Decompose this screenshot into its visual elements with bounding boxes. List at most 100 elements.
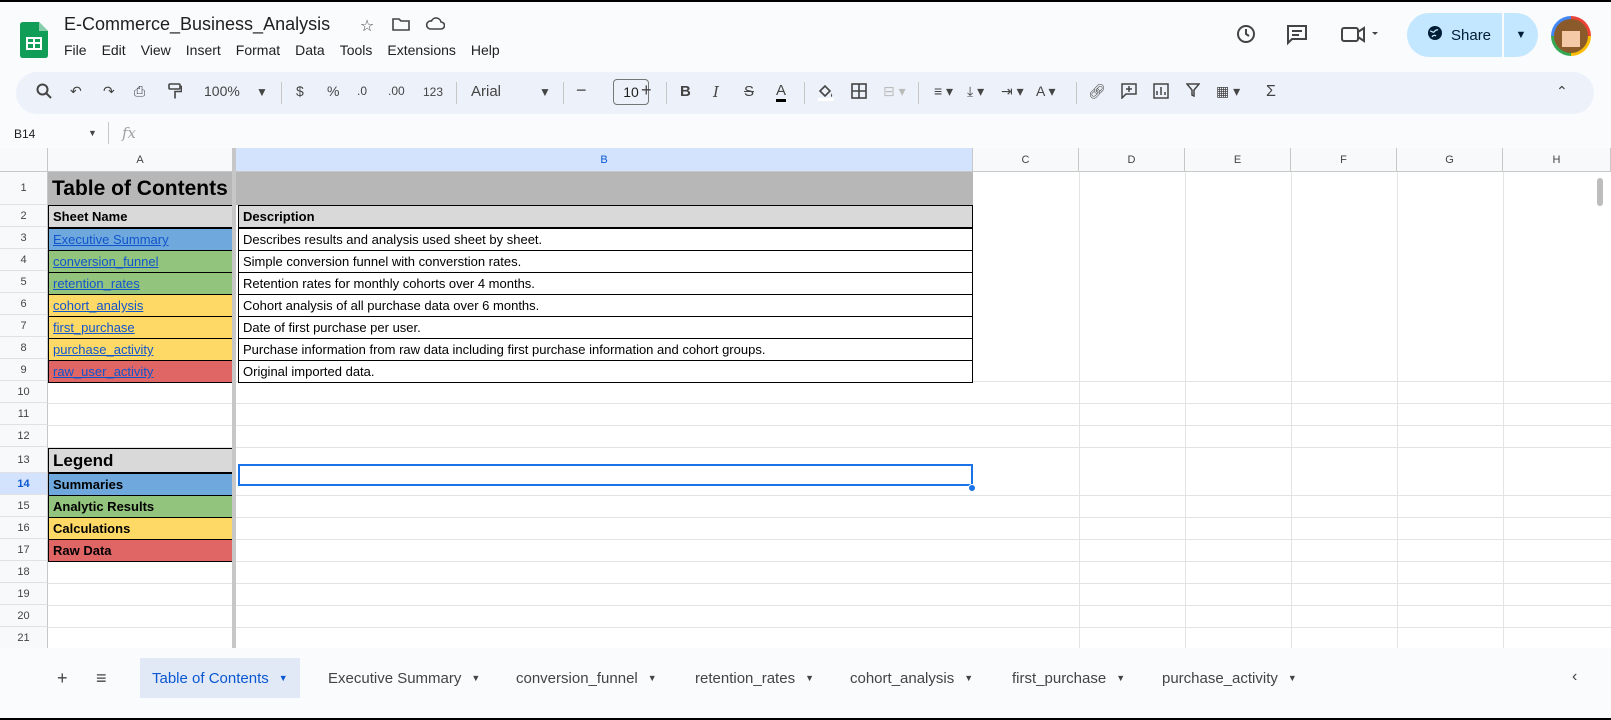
column-header-f[interactable]: F bbox=[1291, 148, 1397, 172]
sheet-link-cell[interactable]: cohort_analysis bbox=[48, 294, 234, 317]
menu-tools[interactable]: Tools bbox=[340, 42, 380, 58]
menu-view[interactable]: View bbox=[141, 42, 178, 58]
filter-views-icon[interactable]: ▦ ▾ bbox=[1216, 83, 1240, 100]
row-header[interactable]: 2 bbox=[0, 205, 48, 227]
row-header[interactable]: 1 bbox=[0, 172, 48, 205]
menu-format[interactable]: Format bbox=[236, 42, 287, 58]
column-freeze-divider[interactable] bbox=[232, 148, 236, 648]
row-header[interactable]: 16 bbox=[0, 517, 48, 539]
decrease-decimal-button[interactable]: .0 bbox=[357, 84, 367, 98]
tab-chevron-down-icon[interactable]: ▼ bbox=[279, 673, 288, 683]
collapse-toolbar-chevron-up-icon[interactable]: ⌃ bbox=[1556, 83, 1568, 100]
currency-format-button[interactable]: $ bbox=[296, 83, 304, 99]
fill-handle[interactable] bbox=[968, 484, 976, 492]
menu-insert[interactable]: Insert bbox=[186, 42, 228, 58]
tab-chevron-down-icon[interactable]: ▼ bbox=[1288, 673, 1297, 683]
legend-item[interactable]: Analytic Results bbox=[48, 495, 234, 518]
increase-font-size-icon[interactable]: + bbox=[641, 80, 652, 101]
legend-item[interactable]: Calculations bbox=[48, 517, 234, 540]
menu-extensions[interactable]: Extensions bbox=[387, 42, 462, 58]
sheet-tab[interactable]: Table of Contents ▼ bbox=[140, 658, 300, 698]
sheet-link[interactable]: purchase_activity bbox=[53, 342, 153, 357]
all-sheets-menu-icon[interactable]: ≡ bbox=[96, 668, 107, 689]
tab-chevron-down-icon[interactable]: ▼ bbox=[648, 673, 657, 683]
column-header-d[interactable]: D bbox=[1079, 148, 1185, 172]
tab-chevron-down-icon[interactable]: ▼ bbox=[1116, 673, 1125, 683]
text-rotation-icon[interactable]: A ▾ bbox=[1036, 83, 1055, 100]
sheet-link-cell[interactable]: raw_user_activity bbox=[48, 360, 234, 383]
cloud-status-icon[interactable] bbox=[424, 16, 446, 37]
text-color-icon[interactable]: A bbox=[776, 83, 787, 102]
italic-icon[interactable]: I bbox=[713, 83, 719, 101]
sheet-tab[interactable]: cohort_analysis ▼ bbox=[838, 658, 985, 698]
sheet-link[interactable]: retention_rates bbox=[53, 276, 140, 291]
sheet-link[interactable]: cohort_analysis bbox=[53, 298, 143, 313]
column-header-b[interactable]: B bbox=[236, 148, 973, 172]
menu-file[interactable]: File bbox=[64, 42, 94, 58]
strikethrough-icon[interactable]: S bbox=[744, 83, 754, 100]
row-header[interactable]: 5 bbox=[0, 271, 48, 293]
description-cell[interactable]: Purchase information from raw data inclu… bbox=[238, 338, 973, 361]
tab-chevron-down-icon[interactable]: ▼ bbox=[805, 673, 814, 683]
legend-item[interactable]: Raw Data bbox=[48, 539, 234, 562]
row-header[interactable]: 20 bbox=[0, 605, 48, 627]
document-title[interactable]: E-Commerce_Business_Analysis bbox=[64, 14, 330, 35]
share-button[interactable]: Share bbox=[1407, 13, 1502, 57]
column-header-c[interactable]: C bbox=[973, 148, 1079, 172]
row-header[interactable]: 18 bbox=[0, 561, 48, 583]
borders-icon[interactable] bbox=[851, 83, 867, 102]
column-header-g[interactable]: G bbox=[1397, 148, 1503, 172]
tab-chevron-down-icon[interactable]: ▼ bbox=[471, 673, 480, 683]
avatar[interactable] bbox=[1551, 16, 1591, 56]
filter-icon[interactable] bbox=[1185, 83, 1201, 100]
sheet-tab[interactable]: first_purchase ▼ bbox=[1000, 658, 1137, 698]
sheet-tab[interactable]: purchase_activity ▼ bbox=[1150, 658, 1309, 698]
row-header-selected[interactable]: 14 bbox=[0, 473, 48, 495]
row-header[interactable]: 6 bbox=[0, 293, 48, 315]
sheet-link-cell[interactable]: first_purchase bbox=[48, 316, 234, 339]
vertical-align-icon[interactable]: ⤓ ▾ bbox=[967, 83, 984, 100]
row-header[interactable]: 12 bbox=[0, 425, 48, 447]
row-header[interactable]: 10 bbox=[0, 381, 48, 403]
sheet-name-header[interactable]: Sheet Name bbox=[48, 205, 234, 228]
share-options-chevron-icon[interactable]: ▼ bbox=[1504, 13, 1538, 57]
font-select[interactable]: Arial bbox=[471, 83, 501, 100]
row-header[interactable]: 8 bbox=[0, 337, 48, 359]
merge-cells-icon[interactable]: ⊟ ▾ bbox=[883, 83, 906, 100]
sheet-tab[interactable]: Executive Summary ▼ bbox=[316, 658, 492, 698]
legend-title[interactable]: Legend bbox=[48, 448, 234, 473]
vertical-scrollbar[interactable] bbox=[1597, 178, 1603, 206]
sheet-link-cell[interactable]: retention_rates bbox=[48, 272, 234, 295]
sheets-logo-icon[interactable] bbox=[20, 22, 48, 58]
column-header-a[interactable]: A bbox=[48, 148, 233, 172]
selected-cell-b14[interactable] bbox=[238, 464, 973, 486]
spreadsheet-grid[interactable]: A B C D E F G H 1 2 3 4 5 6 7 8 9 10 11 … bbox=[0, 148, 1611, 648]
bold-icon[interactable]: B bbox=[680, 83, 691, 100]
paint-format-icon[interactable] bbox=[168, 83, 183, 103]
legend-item[interactable]: Summaries bbox=[48, 473, 234, 496]
star-icon[interactable]: ☆ bbox=[356, 16, 378, 37]
text-wrapping-icon[interactable]: ⇥ ▾ bbox=[1001, 83, 1024, 100]
row-header[interactable]: 15 bbox=[0, 495, 48, 517]
description-cell[interactable]: Original imported data. bbox=[238, 360, 973, 383]
description-cell[interactable]: Cohort analysis of all purchase data ove… bbox=[238, 294, 973, 317]
tab-chevron-down-icon[interactable]: ▼ bbox=[964, 673, 973, 683]
sheet-link[interactable]: Executive Summary bbox=[53, 232, 169, 247]
comments-icon[interactable] bbox=[1285, 22, 1309, 52]
row-header[interactable]: 19 bbox=[0, 583, 48, 605]
undo-icon[interactable]: ↶ bbox=[70, 83, 82, 100]
menu-help[interactable]: Help bbox=[471, 42, 507, 58]
description-header[interactable]: Description bbox=[238, 205, 973, 228]
redo-icon[interactable]: ↷ bbox=[103, 83, 115, 100]
zoom-select[interactable]: 100% bbox=[204, 83, 240, 99]
percent-format-button[interactable]: % bbox=[327, 83, 339, 99]
sheet-link[interactable]: conversion_funnel bbox=[53, 254, 159, 269]
row-header[interactable]: 21 bbox=[0, 627, 48, 648]
sheet-link[interactable]: first_purchase bbox=[53, 320, 135, 335]
row-header[interactable]: 13 bbox=[0, 447, 48, 473]
number-format-button[interactable]: 123 bbox=[423, 85, 443, 99]
row-header[interactable]: 9 bbox=[0, 359, 48, 381]
row-header[interactable]: 17 bbox=[0, 539, 48, 561]
name-box[interactable]: B14 bbox=[14, 127, 35, 141]
column-header-h[interactable]: H bbox=[1503, 148, 1611, 172]
